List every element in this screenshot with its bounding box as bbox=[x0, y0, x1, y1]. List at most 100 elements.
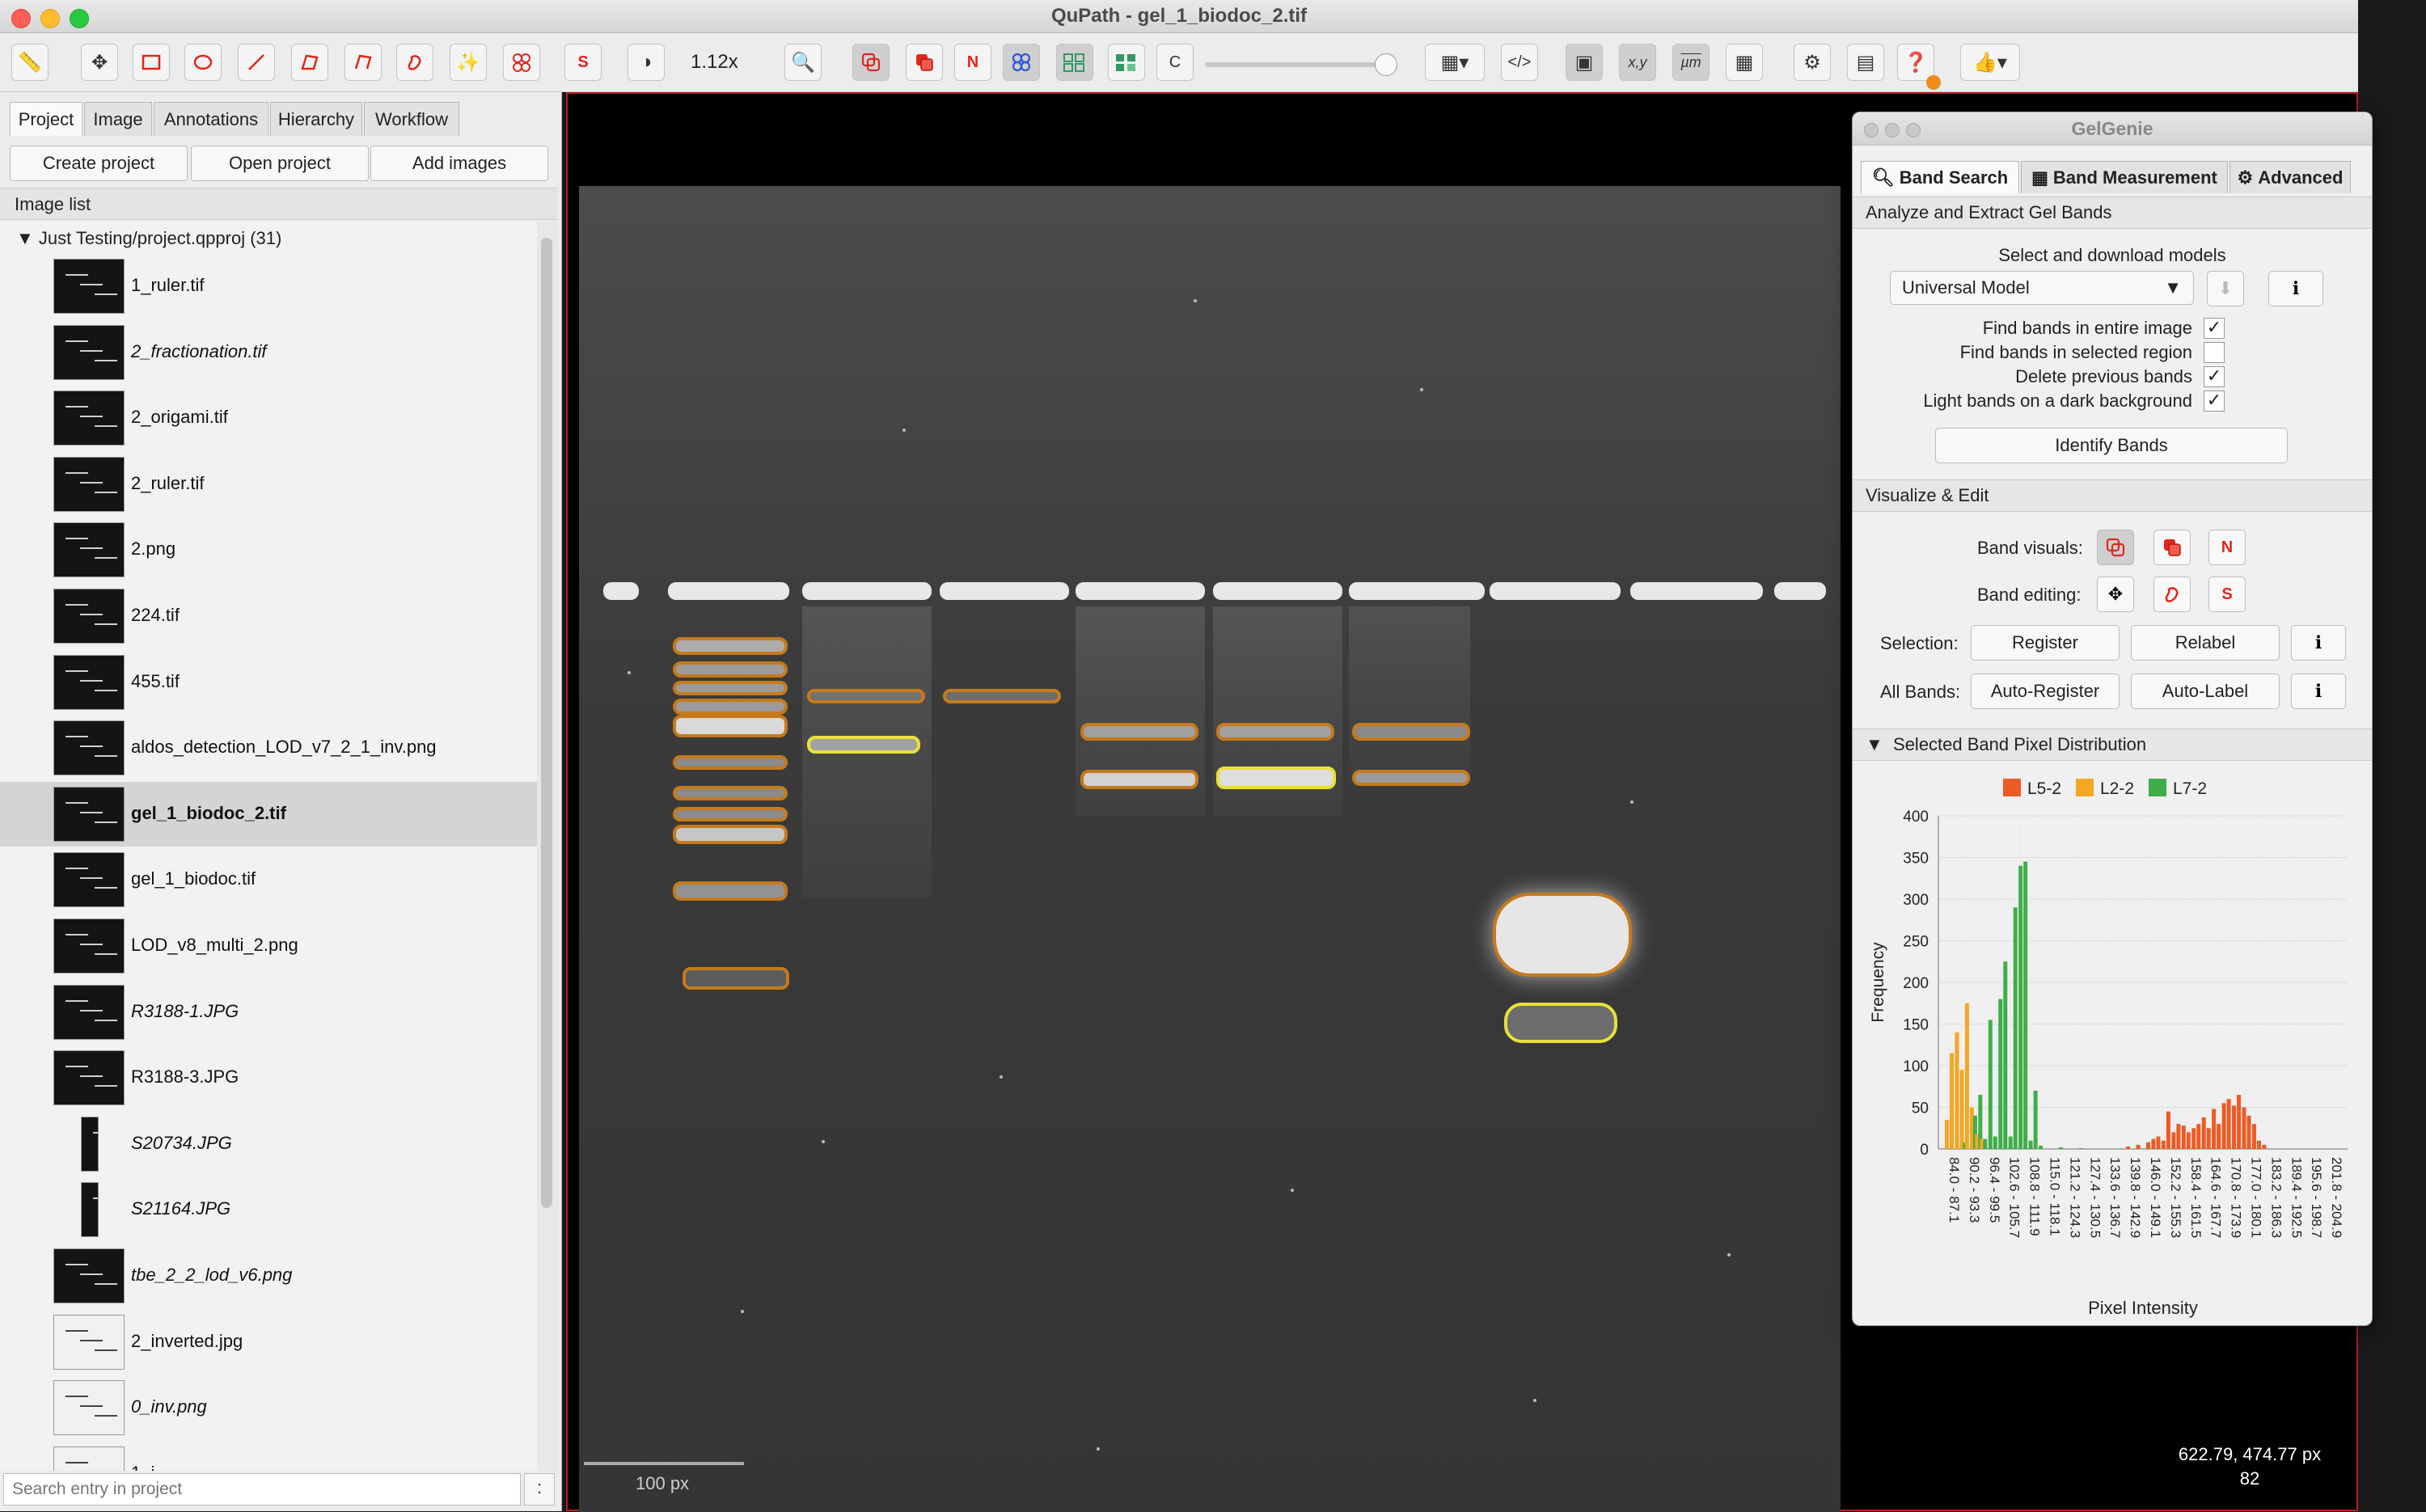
list-item[interactable]: gel_1_biodoc_2.tif bbox=[0, 781, 537, 847]
tab-workflow[interactable]: Workflow bbox=[364, 102, 459, 136]
ellipse-icon[interactable] bbox=[184, 44, 222, 81]
chevron-down-icon[interactable]: ▼ bbox=[1866, 734, 1883, 754]
create-project-button[interactable]: Create project bbox=[10, 146, 188, 181]
ladder-band[interactable] bbox=[673, 661, 788, 678]
minimize-window-icon[interactable] bbox=[1885, 123, 1900, 137]
opacity-slider-thumb[interactable] bbox=[1375, 53, 1397, 76]
location-button[interactable]: x,y bbox=[1619, 44, 1656, 81]
ladder-band[interactable] bbox=[683, 967, 789, 990]
list-item[interactable]: 2_origami.tif bbox=[0, 386, 537, 450]
polygon-icon[interactable] bbox=[291, 44, 328, 81]
move-icon[interactable]: ✥ bbox=[81, 44, 118, 81]
show-detections-icon[interactable] bbox=[1056, 44, 1093, 81]
extensions-icon[interactable]: 👍▾ bbox=[1960, 44, 2020, 81]
script-icon[interactable]: </> bbox=[1501, 44, 1538, 81]
search-options-button[interactable]: : bbox=[524, 1473, 555, 1506]
selected-band[interactable] bbox=[807, 736, 920, 754]
tab-image[interactable]: Image bbox=[84, 102, 152, 136]
register-button[interactable]: Register bbox=[1971, 625, 2120, 661]
show-tma-grid-icon[interactable] bbox=[1003, 44, 1040, 81]
wand-icon[interactable]: ✨ bbox=[450, 44, 487, 81]
show-annotations-icon[interactable] bbox=[852, 44, 890, 81]
overview-icon[interactable]: ▣ bbox=[1566, 44, 1603, 81]
log-icon[interactable]: ▤ bbox=[1847, 44, 1884, 81]
list-item[interactable]: S20734.JPG bbox=[0, 1112, 537, 1176]
sample-band[interactable] bbox=[1352, 770, 1470, 786]
list-item[interactable]: 2_inverted.jpg bbox=[0, 1310, 537, 1375]
show-names-button[interactable]: N bbox=[954, 44, 991, 81]
list-item[interactable]: aldos_detection_LOD_v7_2_1_inv.png bbox=[0, 716, 537, 780]
sample-band[interactable] bbox=[1080, 723, 1198, 741]
ladder-band[interactable] bbox=[673, 699, 788, 715]
relabel-button[interactable]: Relabel bbox=[2131, 625, 2280, 661]
sample-band[interactable] bbox=[943, 689, 1061, 703]
measure-icon[interactable]: 📏 bbox=[11, 44, 49, 81]
find-entire-image-checkbox[interactable]: ✓ bbox=[2204, 318, 2225, 339]
delete-previous-checkbox[interactable]: ✓ bbox=[2204, 366, 2225, 387]
list-item[interactable]: S21164.JPG bbox=[0, 1177, 537, 1242]
project-tree[interactable]: ▼ Just Testing/project.qpproj (31) 1_rul… bbox=[0, 222, 537, 1471]
model-select[interactable]: Universal Model ▼ bbox=[1890, 271, 2194, 305]
show-names-button[interactable]: N bbox=[2208, 530, 2246, 565]
line-icon[interactable] bbox=[238, 44, 275, 81]
table-icon[interactable]: ▦▾ bbox=[1425, 44, 1485, 81]
zoom-to-fit-icon[interactable]: 🔍 bbox=[784, 44, 822, 81]
tab-annotations[interactable]: Annotations bbox=[154, 102, 268, 136]
ladder-band[interactable] bbox=[673, 637, 788, 655]
tab-hierarchy[interactable]: Hierarchy bbox=[270, 102, 362, 136]
settings-icon[interactable]: ⚙ bbox=[1794, 44, 1831, 81]
window-title-bar[interactable]: QuPath - gel_1_biodoc_2.tif bbox=[0, 0, 2358, 33]
chevron-down-icon[interactable]: ▼ bbox=[16, 228, 34, 248]
fill-annotations-icon[interactable] bbox=[906, 44, 943, 81]
fill-detections-icon[interactable] bbox=[1108, 44, 1145, 81]
gelgenie-title-bar[interactable]: GelGenie bbox=[1853, 112, 2372, 146]
identify-bands-button[interactable]: Identify Bands bbox=[1935, 428, 2288, 463]
find-selected-region-checkbox[interactable] bbox=[2204, 342, 2225, 363]
grid-icon[interactable]: ▦ bbox=[1726, 44, 1763, 81]
list-item[interactable]: R3188-3.JPG bbox=[0, 1045, 537, 1110]
fill-annotations-icon[interactable] bbox=[2153, 530, 2191, 565]
tab-band-search[interactable]: 🔍︎ Band Search bbox=[1861, 161, 2019, 193]
pixel-size-button[interactable]: µm bbox=[1672, 44, 1710, 81]
maximize-window-icon[interactable] bbox=[1906, 123, 1921, 137]
selection-mode-button[interactable]: S bbox=[564, 44, 602, 81]
selection-mode-button[interactable]: S bbox=[2208, 577, 2246, 612]
auto-register-button[interactable]: Auto-Register bbox=[1971, 674, 2120, 709]
list-item[interactable]: 2_ruler.tif bbox=[0, 452, 537, 517]
list-item[interactable]: 2.png bbox=[0, 517, 537, 582]
tab-project[interactable]: Project bbox=[10, 102, 82, 136]
download-icon[interactable]: ⬇ bbox=[2207, 271, 2244, 306]
sample-band[interactable] bbox=[1352, 723, 1470, 741]
close-window-icon[interactable] bbox=[1864, 123, 1879, 137]
points-icon[interactable] bbox=[503, 44, 540, 81]
ladder-band[interactable] bbox=[673, 807, 788, 821]
ladder-band[interactable] bbox=[673, 755, 788, 770]
tree-scrollbar-thumb[interactable] bbox=[541, 238, 552, 1208]
list-item[interactable]: 1_i... bbox=[0, 1442, 537, 1471]
list-item[interactable]: 455.tif bbox=[0, 650, 537, 715]
search-input[interactable] bbox=[3, 1473, 521, 1506]
ladder-band[interactable] bbox=[673, 681, 788, 695]
project-root[interactable]: ▼ Just Testing/project.qpproj (31) bbox=[16, 228, 281, 249]
sample-band[interactable] bbox=[1216, 723, 1334, 741]
ladder-band[interactable] bbox=[673, 715, 788, 737]
list-item[interactable]: 0_inv.png bbox=[0, 1375, 537, 1440]
info-icon[interactable]: ℹ bbox=[2291, 674, 2346, 709]
polyline-icon[interactable] bbox=[344, 44, 382, 81]
add-images-button[interactable]: Add images bbox=[370, 146, 548, 181]
tab-band-measurement[interactable]: ▦ Band Measurement bbox=[2021, 161, 2228, 193]
move-icon[interactable]: ✥ bbox=[2097, 577, 2134, 612]
opacity-slider[interactable] bbox=[1205, 62, 1391, 67]
light-bands-checkbox[interactable]: ✓ bbox=[2204, 391, 2225, 412]
auto-label-button[interactable]: Auto-Label bbox=[2131, 674, 2280, 709]
ladder-band[interactable] bbox=[673, 786, 788, 800]
sample-band[interactable] bbox=[1493, 893, 1632, 977]
brush-icon[interactable] bbox=[396, 44, 433, 81]
section-distribution-header[interactable]: ▼ Selected Band Pixel Distribution bbox=[1853, 729, 2372, 761]
gel-image[interactable] bbox=[579, 186, 1841, 1512]
sample-band[interactable] bbox=[807, 689, 925, 703]
list-item[interactable]: tbe_2_2_lod_v6.png bbox=[0, 1244, 537, 1308]
open-project-button[interactable]: Open project bbox=[191, 146, 369, 181]
info-icon[interactable]: ℹ bbox=[2291, 625, 2346, 661]
list-item[interactable]: R3188-1.JPG bbox=[0, 980, 537, 1045]
